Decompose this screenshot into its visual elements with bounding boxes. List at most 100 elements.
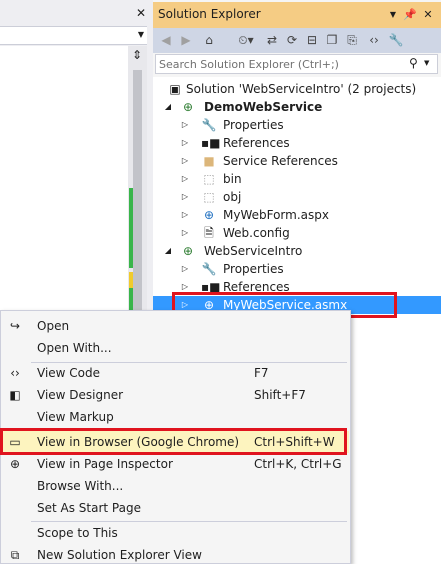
expand-arrow-icon[interactable]: ▷ — [179, 152, 191, 170]
menu-item-view-in-browser[interactable]: ▭ View in Browser (Google Chrome) Ctrl+S… — [3, 431, 349, 453]
tree-item-project[interactable]: ◢ ⊕ WebServiceIntro — [153, 242, 441, 260]
menu-item-view-markup[interactable]: View Markup — [3, 406, 349, 428]
properties-wrench-icon[interactable]: 🔧 — [387, 31, 405, 50]
menu-item-view-in-page-inspector[interactable]: ⊕ View in Page Inspector Ctrl+K, Ctrl+G — [3, 453, 349, 475]
menu-item-open-with[interactable]: Open With... — [3, 337, 349, 359]
refresh-icon[interactable]: ⟳ — [283, 31, 301, 50]
back-icon[interactable]: ◀ — [157, 31, 175, 50]
menu-shortcut: Shift+F7 — [254, 388, 306, 402]
tree-item-service-references[interactable]: ▷ ■ Service References — [153, 152, 441, 170]
change-marker-unsaved — [129, 272, 133, 288]
editor-tab-strip — [0, 0, 152, 26]
web-project-icon: ⊕ — [182, 244, 194, 258]
menu-shortcut: Ctrl+Shift+W — [254, 435, 335, 449]
tree-item-properties[interactable]: ▷ 🔧 Properties — [153, 260, 441, 278]
tree-item-label: References — [223, 136, 290, 150]
menu-item-label: Open With... — [37, 341, 112, 355]
window-position-dropdown-icon[interactable]: ▼ — [386, 7, 400, 23]
tree-item-label: Solution 'WebServiceIntro' (2 projects) — [186, 82, 417, 96]
references-icon: ▪■ — [201, 136, 221, 150]
expand-arrow-icon[interactable]: ▷ — [179, 170, 191, 188]
config-file-icon: 🗎 — [204, 226, 214, 240]
references-icon: ▪■ — [201, 280, 221, 294]
menu-item-label: Set As Start Page — [37, 501, 141, 515]
chevron-down-icon[interactable]: ▼ — [424, 59, 429, 67]
tree-item-references[interactable]: ▷ ▪■ References — [153, 134, 441, 152]
new-view-icon: ⧉ — [10, 548, 20, 562]
menu-item-set-as-start-page[interactable]: Set As Start Page — [3, 497, 349, 519]
panel-title: Solution Explorer — [158, 7, 261, 21]
view-code-icon[interactable]: ‹› — [365, 31, 383, 50]
menu-item-new-solution-explorer-view[interactable]: ⧉ New Solution Explorer View — [3, 544, 349, 564]
expand-arrow-icon[interactable]: ▷ — [179, 224, 191, 242]
open-icon: ↪ — [9, 319, 21, 333]
designer-icon: ◧ — [9, 388, 21, 402]
menu-item-view-code[interactable]: ‹› View Code F7 — [3, 362, 349, 384]
menu-item-scope-to-this[interactable]: Scope to This — [3, 522, 349, 544]
chevron-down-icon: ▼ — [137, 30, 144, 39]
tree-item-mywebform[interactable]: ▷ ⊕ MyWebForm.aspx — [153, 206, 441, 224]
copy-icon[interactable]: ⎘ — [343, 31, 361, 50]
scrollbar-thumb[interactable] — [133, 70, 142, 310]
tree-item-label: WebServiceIntro — [204, 244, 303, 258]
menu-shortcut: F7 — [254, 366, 269, 380]
menu-item-label: View Designer — [37, 388, 124, 402]
pin-icon[interactable]: 📌 — [403, 7, 417, 23]
collapse-arrow-icon[interactable]: ◢ — [162, 98, 174, 116]
change-marker-saved — [129, 188, 133, 268]
expand-arrow-icon[interactable]: ▷ — [179, 116, 191, 134]
pending-changes-filter-icon[interactable]: ⏲▾ — [233, 31, 259, 50]
wrench-icon: 🔧 — [201, 262, 217, 276]
close-icon[interactable]: ✕ — [134, 6, 148, 20]
home-icon[interactable]: ⌂ — [199, 31, 219, 50]
forward-icon[interactable]: ▶ — [177, 31, 195, 50]
menu-item-label: View Code — [37, 366, 101, 380]
expand-arrow-icon[interactable]: ▷ — [179, 260, 191, 278]
web-project-icon: ⊕ — [182, 100, 194, 114]
tree-item-references[interactable]: ▷ ▪■ References — [153, 278, 441, 296]
hidden-folder-icon: ⬚ — [203, 172, 215, 186]
navigation-dropdown[interactable]: ▼ — [0, 26, 148, 45]
tree-item-properties[interactable]: ▷ 🔧 Properties — [153, 116, 441, 134]
hidden-folder-icon: ⬚ — [203, 190, 215, 204]
tree-item-label: Properties — [223, 262, 284, 276]
tree-item-webconfig[interactable]: ▷ 🗎 Web.config — [153, 224, 441, 242]
tree-item-project[interactable]: ◢ ⊕ DemoWebService — [153, 98, 441, 116]
browser-icon: ▭ — [9, 435, 21, 449]
collapse-all-icon[interactable]: ⊟ — [303, 31, 321, 50]
change-marker-saved — [129, 288, 133, 310]
expand-arrow-icon[interactable]: ▷ — [179, 188, 191, 206]
menu-item-label: New Solution Explorer View — [37, 548, 202, 562]
split-window-icon[interactable]: ⇕ — [129, 47, 145, 63]
web-form-icon: ⊕ — [203, 208, 215, 222]
show-all-files-icon[interactable]: ❐ — [323, 31, 341, 50]
search-icon[interactable]: ⚲ — [409, 56, 418, 70]
tree-item-label: Properties — [223, 118, 284, 132]
tree-item-label: DemoWebService — [204, 100, 323, 114]
menu-item-label: Browse With... — [37, 479, 124, 493]
tree-item-solution[interactable]: ▣ Solution 'WebServiceIntro' (2 projects… — [153, 80, 441, 98]
context-menu: ↪ Open Open With... ‹› View Code F7 ◧ Vi… — [0, 310, 351, 564]
tree-item-bin[interactable]: ▷ ⬚ bin — [153, 170, 441, 188]
menu-item-label: View Markup — [37, 410, 114, 424]
tree-item-label: bin — [223, 172, 242, 186]
solution-explorer-titlebar: Solution Explorer ▼ 📌 ✕ — [153, 2, 441, 28]
menu-item-open[interactable]: ↪ Open — [3, 315, 349, 337]
expand-arrow-icon[interactable]: ▷ — [179, 278, 191, 296]
tree-item-obj[interactable]: ▷ ⬚ obj — [153, 188, 441, 206]
collapse-arrow-icon[interactable]: ◢ — [162, 242, 174, 260]
expand-arrow-icon[interactable]: ▷ — [179, 134, 191, 152]
search-input[interactable] — [159, 56, 409, 72]
tree-item-label: References — [223, 280, 290, 294]
menu-item-view-designer[interactable]: ◧ View Designer Shift+F7 — [3, 384, 349, 406]
solution-explorer-toolbar: ◀ ▶ ⌂ ⏲▾ ⇄ ⟳ ⊟ ❐ ⎘ ‹› 🔧 — [153, 28, 441, 53]
solution-icon: ▣ — [169, 82, 181, 96]
menu-item-browse-with[interactable]: Browse With... — [3, 475, 349, 497]
sync-with-document-icon[interactable]: ⇄ — [263, 31, 281, 50]
expand-arrow-icon[interactable]: ▷ — [179, 206, 191, 224]
close-icon[interactable]: ✕ — [421, 7, 435, 23]
search-box[interactable]: ⚲ ▼ — [155, 54, 438, 74]
menu-item-label: Open — [37, 319, 70, 333]
menu-shortcut: Ctrl+K, Ctrl+G — [254, 457, 342, 471]
tree-item-label: MyWebForm.aspx — [223, 208, 329, 222]
